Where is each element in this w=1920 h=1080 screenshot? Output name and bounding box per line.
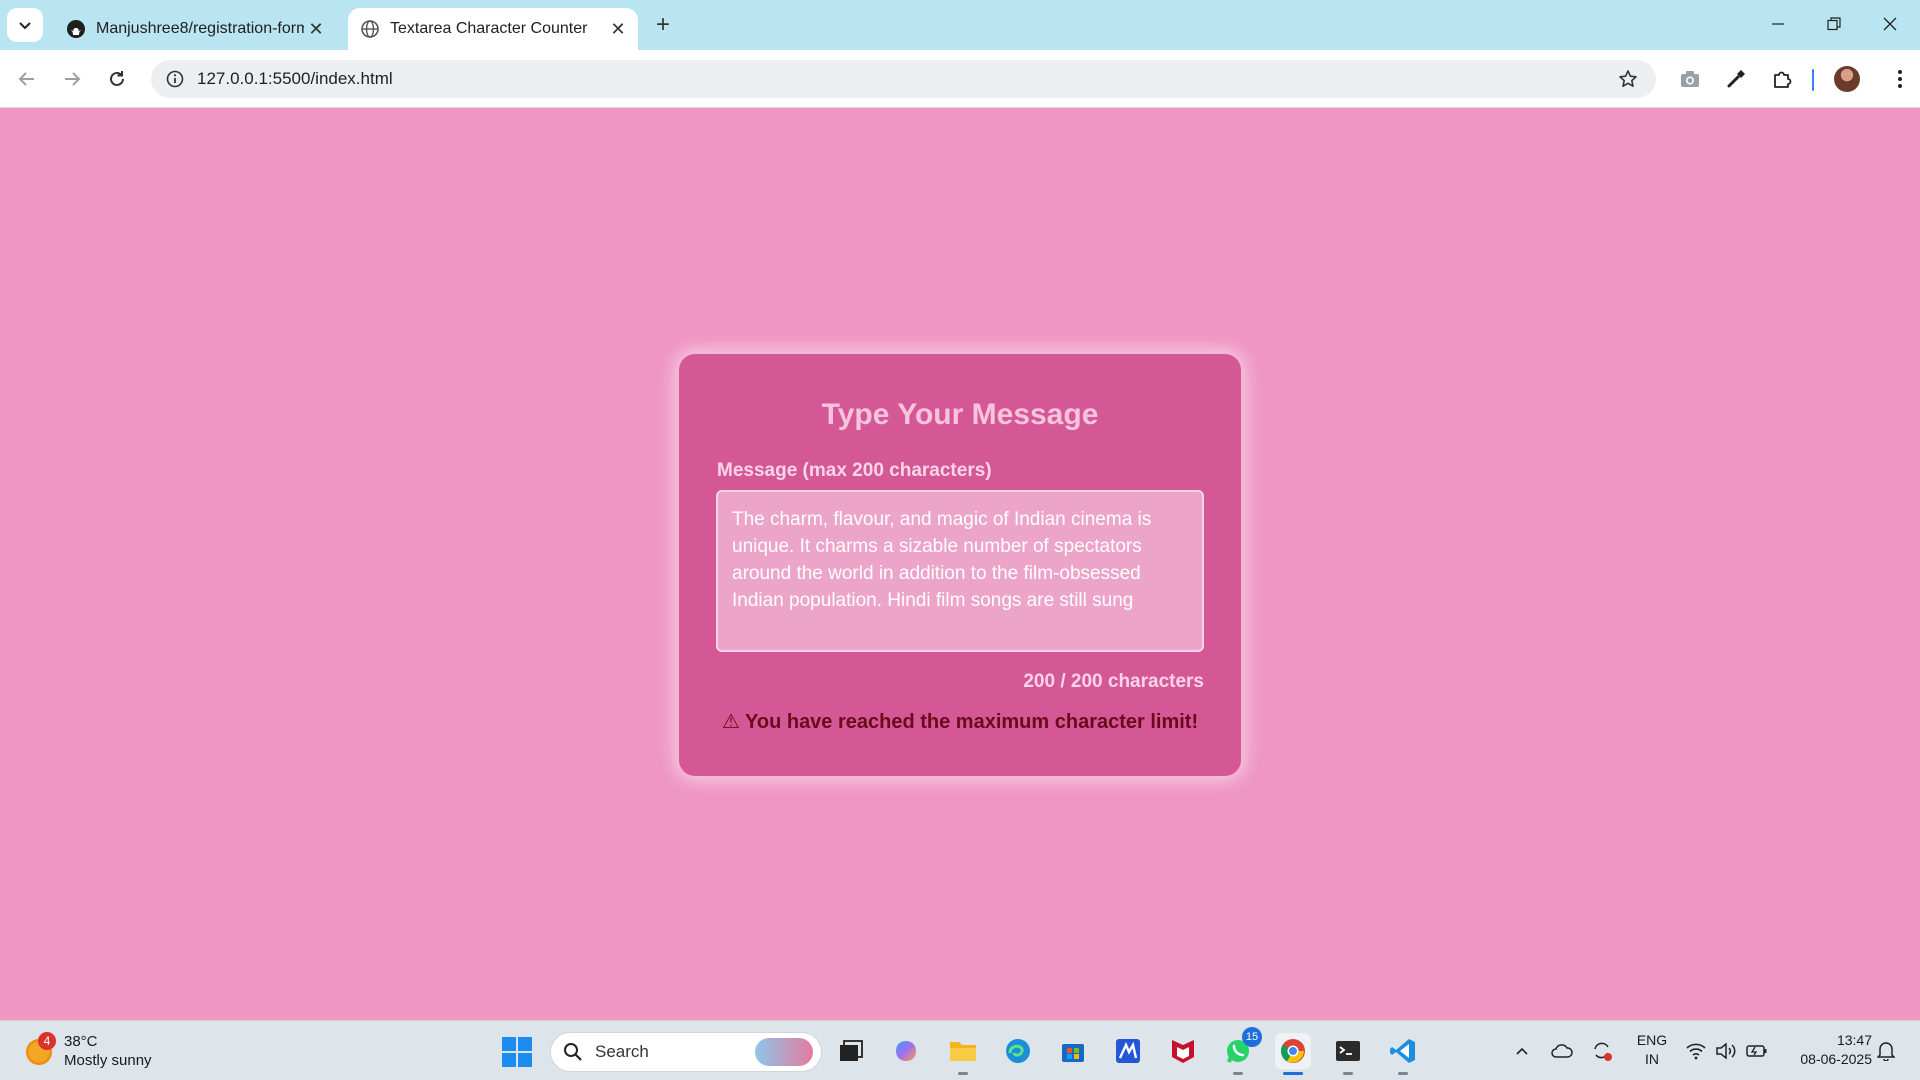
page-background: Type Your Message Message (max 200 chara…: [0, 108, 1920, 1020]
reload-icon: [110, 71, 124, 86]
running-indicator: [1398, 1072, 1408, 1075]
browser-tab-strip: Manjushree8/registration-form ✕ Textarea…: [0, 0, 1920, 50]
task-view-icon[interactable]: [833, 1033, 869, 1069]
volume-icon[interactable]: [1714, 1039, 1738, 1063]
browser-toolbar: 127.0.0.1:5500/index.html: [0, 50, 1920, 108]
weather-temp: 38°C: [64, 1033, 98, 1050]
taskbar-search[interactable]: Search: [550, 1032, 822, 1072]
close-icon[interactable]: ✕: [606, 17, 630, 41]
close-window-icon[interactable]: [1862, 6, 1918, 42]
whatsapp-badge: 15: [1242, 1027, 1262, 1047]
onedrive-cloud-icon[interactable]: [1550, 1039, 1574, 1063]
search-highlight-image: [755, 1038, 813, 1066]
copilot-icon[interactable]: [888, 1033, 924, 1069]
profile-avatar[interactable]: [1834, 66, 1860, 92]
lang-line2: IN: [1645, 1051, 1659, 1067]
camera-icon[interactable]: [1676, 65, 1704, 93]
toolbar-separator: [1812, 69, 1814, 91]
weather-badge: 4: [38, 1032, 56, 1050]
tab-title: Manjushree8/registration-form: [96, 20, 304, 37]
language-indicator[interactable]: ENG IN: [1636, 1031, 1668, 1069]
running-indicator: [958, 1072, 968, 1075]
close-icon[interactable]: ✕: [304, 17, 328, 41]
clock-date: 08-06-2025: [1800, 1051, 1872, 1067]
microsoft-store-icon[interactable]: [1055, 1033, 1091, 1069]
whatsapp-icon[interactable]: 15: [1220, 1027, 1262, 1075]
search-placeholder: Search: [595, 1042, 649, 1061]
tab-title: Textarea Character Counter: [390, 20, 588, 37]
character-counter: 200 / 200 characters: [1023, 671, 1204, 692]
wifi-icon[interactable]: [1684, 1039, 1708, 1063]
arrow-left-icon: [18, 72, 34, 86]
minimize-icon[interactable]: [1750, 6, 1806, 42]
more-menu-icon[interactable]: [1886, 65, 1914, 93]
search-icon: [563, 1042, 583, 1062]
system-clock[interactable]: 13:47 08-06-2025: [1780, 1031, 1872, 1069]
notification-bell-icon[interactable]: [1874, 1039, 1898, 1063]
page-title: Type Your Message: [821, 398, 1099, 431]
weather-widget[interactable]: 4 38°C Mostly sunny: [24, 1031, 184, 1071]
bookmark-star-icon[interactable]: [1616, 67, 1640, 91]
tab-character-counter[interactable]: Textarea Character Counter ✕: [348, 8, 638, 50]
running-indicator: [1343, 1072, 1353, 1075]
tab-search-button[interactable]: [7, 8, 43, 42]
new-tab-button[interactable]: +: [650, 11, 676, 38]
vscode-icon[interactable]: [1385, 1033, 1421, 1075]
message-textarea[interactable]: The charm, flavour, and magic of Indian …: [716, 490, 1204, 652]
limit-warning: ⚠ You have reached the maximum character…: [721, 711, 1199, 733]
sync-alert-icon[interactable]: [1590, 1039, 1614, 1063]
chevron-down-icon: [19, 22, 31, 30]
forward-button[interactable]: [56, 63, 88, 95]
address-bar[interactable]: 127.0.0.1:5500/index.html: [151, 60, 1656, 98]
terminal-icon[interactable]: [1330, 1033, 1366, 1075]
reload-button[interactable]: [101, 63, 133, 95]
restore-icon[interactable]: [1806, 6, 1862, 42]
message-label: Message (max 200 characters): [717, 460, 992, 481]
running-indicator: [1283, 1072, 1303, 1075]
eyedropper-icon[interactable]: [1722, 65, 1750, 93]
chevron-up-icon[interactable]: [1510, 1039, 1534, 1063]
tab-github[interactable]: Manjushree8/registration-form ✕: [54, 8, 336, 50]
battery-icon[interactable]: [1745, 1039, 1769, 1063]
mathtype-icon[interactable]: [1110, 1033, 1146, 1069]
clock-time: 13:47: [1836, 1032, 1872, 1048]
arrow-right-icon: [65, 72, 81, 86]
windows-start-icon[interactable]: [502, 1037, 532, 1067]
info-icon[interactable]: [163, 67, 187, 91]
message-card: Type Your Message Message (max 200 chara…: [679, 354, 1241, 776]
github-icon: [66, 19, 86, 39]
back-button[interactable]: [11, 63, 43, 95]
file-explorer-icon[interactable]: [945, 1033, 981, 1075]
chrome-icon[interactable]: [1275, 1033, 1311, 1075]
windows-taskbar: 4 38°C Mostly sunny Search 15 ENG IN 13:…: [0, 1020, 1920, 1080]
lang-line1: ENG: [1636, 1032, 1668, 1048]
weather-condition: Mostly sunny: [64, 1052, 152, 1069]
edge-icon[interactable]: [1000, 1033, 1036, 1069]
url-text: 127.0.0.1:5500/index.html: [197, 69, 393, 88]
extensions-puzzle-icon[interactable]: [1768, 65, 1796, 93]
running-indicator: [1233, 1072, 1243, 1075]
mcafee-icon[interactable]: [1165, 1033, 1201, 1069]
globe-icon: [360, 19, 380, 39]
